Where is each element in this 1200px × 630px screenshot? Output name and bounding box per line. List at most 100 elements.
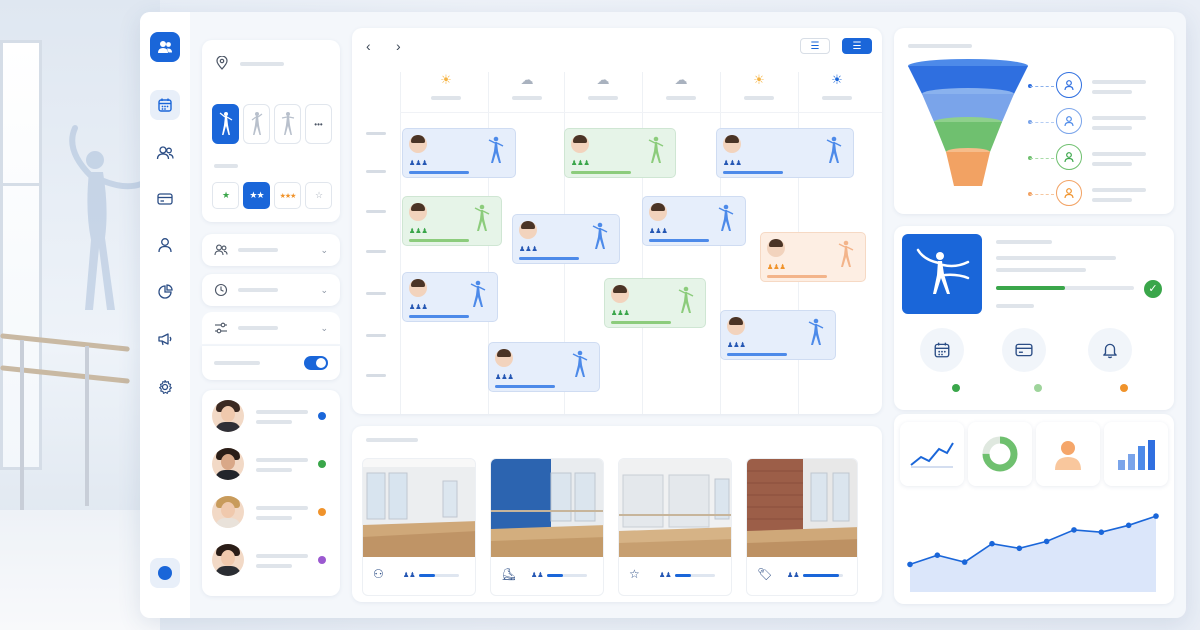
- membership-funnel-panel: [894, 28, 1174, 214]
- class-event[interactable]: ♟♟♟: [488, 342, 600, 392]
- attendees-icon: ♟♟♟: [649, 228, 668, 235]
- class-event[interactable]: ♟♟♟: [402, 272, 498, 322]
- user-status-button[interactable]: [150, 558, 180, 588]
- chart-point: [1125, 522, 1132, 529]
- lead-stage-icon[interactable]: [1056, 72, 1082, 98]
- attendees-icon: ♟♟♟: [409, 228, 428, 235]
- marketing-icon[interactable]: [150, 324, 180, 354]
- member-stage-icon[interactable]: [1056, 144, 1082, 170]
- advanced-filter-dropdown[interactable]: ⌄: [202, 312, 340, 344]
- class-event[interactable]: ♟♟♟: [402, 196, 502, 246]
- status-dot: [318, 412, 326, 420]
- studio-card[interactable]: ⛸ ♟♟: [490, 458, 604, 596]
- trend-widget[interactable]: [900, 422, 964, 486]
- members-icon[interactable]: [150, 138, 180, 168]
- check-icon: ✓: [1144, 280, 1162, 298]
- avatar: [212, 448, 244, 480]
- calendar-view-button[interactable]: ☰: [842, 38, 872, 54]
- class-event[interactable]: ♟♟♟: [720, 310, 836, 360]
- instructor-item[interactable]: [212, 396, 332, 436]
- class-event[interactable]: ♟♟♟: [564, 128, 676, 178]
- member-widget[interactable]: [1036, 422, 1100, 486]
- chart-point: [907, 561, 913, 568]
- funnel-title: [908, 44, 972, 48]
- dance-style-jazz-button[interactable]: [274, 104, 301, 144]
- chart-point: [934, 552, 941, 558]
- class-event[interactable]: ♟♟♟: [402, 128, 516, 178]
- instructor-item[interactable]: [212, 444, 332, 484]
- donut-widget[interactable]: [968, 422, 1032, 486]
- calendar-icon[interactable]: [150, 90, 180, 120]
- dancer-icon: [838, 240, 854, 267]
- capacity-bar: [419, 574, 459, 577]
- reports-icon[interactable]: [150, 277, 180, 307]
- payments-icon[interactable]: [150, 184, 180, 214]
- payment-action-button[interactable]: [1002, 328, 1046, 372]
- instructor-item[interactable]: [212, 492, 332, 532]
- time-label: [366, 334, 386, 337]
- team-icon[interactable]: [150, 32, 180, 62]
- background-dancer-silhouette: [69, 125, 144, 310]
- profile-icon[interactable]: [150, 230, 180, 260]
- status-dot: [952, 384, 960, 392]
- bars-widget[interactable]: [1104, 422, 1168, 486]
- donut-chart-icon: [982, 436, 1018, 472]
- background-floor: [0, 510, 160, 630]
- attendees-icon: ♟♟: [659, 572, 672, 579]
- advanced-filter-label: [238, 326, 278, 330]
- prev-week-button[interactable]: ‹: [366, 38, 371, 54]
- settings-icon[interactable]: [150, 372, 180, 402]
- class-event[interactable]: ♟♟♟: [716, 128, 854, 178]
- class-progress-label: [996, 304, 1034, 308]
- next-week-button[interactable]: ›: [396, 38, 401, 54]
- trial-stage-icon[interactable]: [1056, 108, 1082, 134]
- studio-card[interactable]: ⚇ ♟♟: [362, 458, 476, 596]
- list-view-button[interactable]: ☰: [800, 38, 830, 54]
- trend-line-icon: [910, 442, 954, 468]
- class-event[interactable]: ♟♟♟: [760, 232, 866, 282]
- capacity-bar: [409, 315, 469, 318]
- schedule-calendar: ‹ › ☰ ☰ ☀ ☁ ☁ ☁ ☀ ☀ ♟♟♟ ♟♟♟ ♟♟♟ ♟♟♟ ♟♟♟ ♟♟♟ ♟♟…: [352, 28, 882, 414]
- class-event[interactable]: ♟♟♟: [604, 278, 706, 328]
- class-subtitle: [996, 256, 1116, 260]
- instructor-item[interactable]: [212, 540, 332, 580]
- filter-toggle[interactable]: [304, 356, 328, 370]
- sliders-icon: [215, 322, 227, 334]
- barre-post: [85, 346, 89, 506]
- notify-action-button[interactable]: [1088, 328, 1132, 372]
- stage-label: [1092, 152, 1146, 156]
- day-header: ☁: [564, 72, 642, 112]
- avatar: [212, 400, 244, 432]
- rating-3-button[interactable]: ★★★: [274, 182, 301, 209]
- rating-any-button[interactable]: ☆: [305, 182, 332, 209]
- rating-2-button[interactable]: ★★: [243, 182, 270, 209]
- time-filter-dropdown[interactable]: ⌄: [202, 274, 340, 306]
- class-event[interactable]: ♟♟♟: [512, 214, 620, 264]
- dance-style-ballet-button[interactable]: [212, 104, 239, 144]
- stage-value: [1092, 126, 1132, 130]
- rating-1-button[interactable]: ★: [212, 182, 239, 209]
- location-icon[interactable]: [216, 55, 228, 75]
- location-placeholder: [240, 62, 284, 66]
- sidebar: [140, 12, 190, 618]
- studio-card[interactable]: 🏷 ♟♟: [746, 458, 858, 596]
- schedule-action-button[interactable]: [920, 328, 964, 372]
- status-dot: [318, 508, 326, 516]
- class-detail-panel: ✓: [894, 226, 1174, 410]
- more-styles-button[interactable]: •••: [305, 104, 332, 144]
- app-window: ••• ★ ★★ ★★★ ☆ ⌄ ⌄ ⌄ ‹ › ☰ ☰ ☀ ☁ ☁ ☁ ☀ ☀…: [140, 12, 1186, 618]
- class-event[interactable]: ♟♟♟: [642, 196, 746, 246]
- instructor-avatar: [409, 279, 427, 297]
- analytics-panel: [894, 414, 1174, 604]
- studio-photo: [491, 459, 603, 557]
- stage-label: [1092, 80, 1146, 84]
- members-filter-dropdown[interactable]: ⌄: [202, 234, 340, 266]
- toggle-row: [202, 346, 340, 380]
- instructor-name: [256, 506, 308, 510]
- calendar-icon: [934, 342, 950, 358]
- loyal-stage-icon[interactable]: [1056, 180, 1082, 206]
- instructor-avatar: [767, 239, 785, 257]
- dance-style-contemporary-button[interactable]: [243, 104, 270, 144]
- studio-card[interactable]: ☆ ♟♟: [618, 458, 732, 596]
- attendees-icon: ♟♟: [531, 572, 544, 579]
